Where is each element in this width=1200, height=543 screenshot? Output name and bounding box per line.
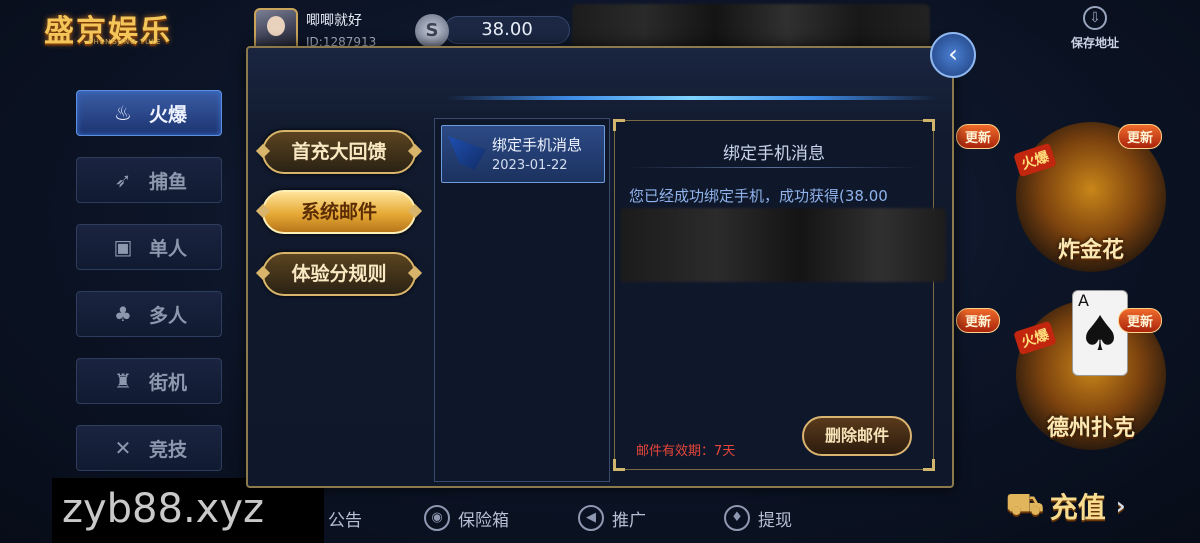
- mail-detail-body: 您已经成功绑定手机，成功获得(38.00: [629, 187, 888, 205]
- category-label: 捕鱼: [148, 170, 187, 193]
- bottom-nav-safe[interactable]: ◉ 保险箱: [424, 500, 509, 536]
- mail-detail-title: 绑定手机消息: [723, 144, 825, 164]
- frame-corner: [923, 119, 935, 131]
- menu-system-mail[interactable]: 系统邮件: [262, 190, 416, 234]
- chevron-right-icon: ›: [1115, 492, 1126, 520]
- menu-first-recharge[interactable]: 首充大回馈: [262, 130, 416, 174]
- withdraw-icon: ♦: [724, 505, 750, 531]
- safe-icon: ◉: [424, 505, 450, 531]
- mail-item-title: 绑定手机消息: [492, 136, 583, 154]
- card-rank: A: [1078, 291, 1089, 310]
- category-label: 街机: [148, 371, 187, 394]
- single-player-icon: ▣: [113, 235, 133, 259]
- category-multi[interactable]: ♣ 多人: [76, 291, 222, 337]
- save-address-button[interactable]: ⇩ 保存地址: [1060, 6, 1130, 58]
- category-single[interactable]: ▣ 单人: [76, 224, 222, 270]
- arcade-icon: ♜: [114, 369, 132, 393]
- bottom-nav-label: 保险箱: [458, 510, 509, 531]
- category-label: 单人: [148, 237, 187, 260]
- cart-icon: ⛟: [1006, 486, 1044, 522]
- update-badge: 更新: [1118, 308, 1163, 333]
- update-badge: 更新: [1118, 124, 1163, 149]
- multi-player-icon: ♣: [114, 302, 132, 326]
- category-label: 竞技: [148, 438, 187, 461]
- delete-mail-button[interactable]: 删除邮件: [802, 416, 912, 456]
- fish-icon: ➶: [114, 168, 132, 192]
- category-fishing[interactable]: ➶ 捕鱼: [76, 157, 222, 203]
- close-button[interactable]: ‹: [930, 32, 976, 78]
- update-badge: 更新: [956, 308, 1001, 333]
- category-hot[interactable]: ♨ 火爆: [76, 90, 222, 136]
- spade-icon: ♠: [1078, 306, 1122, 362]
- category-label: 多人: [148, 304, 187, 327]
- frame-corner: [613, 119, 625, 131]
- divider: [629, 167, 919, 168]
- mail-item-date: 2023-01-22: [492, 158, 568, 173]
- category-competitive[interactable]: ✕ 竞技: [76, 425, 222, 471]
- coin-icon: S: [415, 14, 449, 48]
- category-label: 火爆: [148, 103, 187, 126]
- mail-list-item[interactable]: 绑定手机消息 2023-01-22: [441, 125, 605, 183]
- game-title: 德州扑克: [1046, 416, 1135, 441]
- swords-icon: ✕: [114, 436, 132, 460]
- mail-list: 绑定手机消息 2023-01-22: [434, 118, 610, 482]
- balance-display: 38.00: [444, 16, 570, 44]
- menu-trial-points-rules[interactable]: 体验分规则: [262, 252, 416, 296]
- bottom-nav-label: 推广: [612, 510, 646, 531]
- save-address-label: 保存地址: [1070, 36, 1119, 50]
- frame-corner: [923, 459, 935, 471]
- envelope-icon: [448, 136, 486, 170]
- app-logo: 盛京娱乐: [44, 14, 172, 49]
- redacted-area: [620, 208, 946, 282]
- recharge-button[interactable]: ⛟ 充值 ›: [1006, 478, 1176, 534]
- frame-corner: [613, 459, 625, 471]
- bottom-nav-withdraw[interactable]: ♦ 提现: [724, 500, 792, 536]
- bottom-nav-label: 提现: [758, 510, 792, 531]
- app-logo-subtext: SHENGJING YULE: [88, 38, 162, 46]
- category-arcade[interactable]: ♜ 街机: [76, 358, 222, 404]
- bottom-nav-promotion[interactable]: ◀ 推广: [578, 500, 646, 536]
- bottom-nav-label: 公告: [328, 510, 362, 531]
- mail-expiry-text: 邮件有效期：7天: [636, 444, 736, 459]
- megaphone-icon: ◀: [578, 505, 604, 531]
- dialog-header-glow: [446, 96, 936, 100]
- download-icon: ⇩: [1083, 6, 1107, 30]
- user-nickname: 唧唧就好: [306, 13, 362, 29]
- recharge-label: 充值: [1049, 491, 1106, 524]
- update-badge: 更新: [956, 124, 1001, 149]
- flame-icon: ♨: [114, 101, 132, 125]
- close-icon: ‹: [948, 40, 958, 68]
- game-title: 炸金花: [1057, 238, 1124, 263]
- playing-card: A ♠: [1072, 290, 1128, 376]
